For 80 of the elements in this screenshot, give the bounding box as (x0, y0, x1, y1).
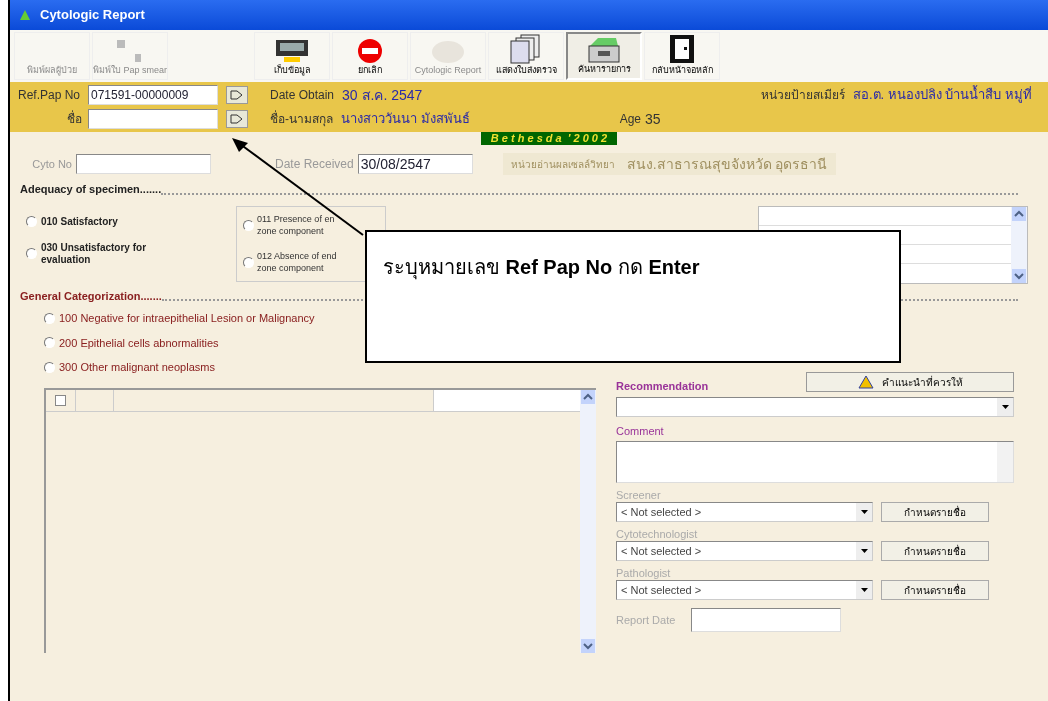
assign-names-button[interactable]: กำหนดรายชื่อ (881, 502, 989, 522)
scroll-up-icon[interactable] (581, 389, 595, 404)
option-label: 100 Negative for intraepithelial Lesion or Malignancy (59, 311, 315, 326)
field-label: Cyto No (31, 156, 73, 172)
field-label: Ref.Pap No (18, 87, 82, 104)
age-value: 35 (645, 109, 661, 129)
assign-names-button[interactable]: กำหนดรายชื่อ (881, 541, 989, 561)
dropdown-caret-icon (860, 549, 868, 553)
report-date-field[interactable] (691, 608, 842, 632)
full-name-value: นางสาววันนา มังสพันธ์ (341, 110, 470, 129)
field-label: Report Date (616, 612, 676, 628)
go-button[interactable] (226, 86, 248, 104)
dropdown-caret-icon (860, 588, 868, 592)
option-label: 030 Unsatisfactory for evaluation (41, 241, 148, 266)
bethesda-banner: B e t h e s d a ' 2 0 0 2 (480, 132, 618, 145)
dropdown-caret-icon (860, 510, 868, 514)
option-label: 200 Epithelial cells abnormalities (59, 335, 219, 351)
section-title: Adequacy of specimen....... (20, 182, 162, 197)
field-label: Age (619, 111, 641, 128)
toolbar-button[interactable]: ค้นหารายการ (566, 32, 642, 80)
name-field[interactable] (88, 109, 218, 129)
option-label: 011 Presence of en (257, 213, 335, 225)
option-label: 010 Satisfactory (41, 215, 119, 228)
scrollbar[interactable] (580, 389, 596, 653)
option-note: zone component (257, 225, 325, 237)
arrow-right-icon (230, 114, 244, 124)
field-label: Cytotechnologist (616, 528, 699, 540)
radio-button[interactable] (44, 361, 55, 373)
recommendation-button[interactable]: คำแนะนำที่ควรให้ (806, 372, 1014, 393)
field-label: Pathologist (616, 567, 672, 579)
door-icon (669, 33, 695, 64)
dropdown-caret-icon (1001, 404, 1009, 409)
toolbar-button[interactable]: เก็บข้อมูล (254, 32, 330, 80)
checkbox[interactable] (55, 394, 66, 406)
staff-select[interactable]: < Not selected > (616, 502, 873, 522)
radio-button[interactable] (44, 337, 55, 349)
field-label: Recommendation (616, 379, 709, 394)
arrow-right-icon (230, 90, 244, 100)
radio-button[interactable] (44, 312, 55, 324)
reading-unit-value: สนง.สาธารณสุขจังหวัด อุดรธานี (626, 154, 828, 175)
ref-pap-no-field[interactable]: 071591-00000009 (88, 85, 218, 105)
field-label: ชื่อ (66, 110, 83, 128)
option-label: 300 Other malignant neoplasms (59, 360, 215, 375)
window-title: Cytologic Report (40, 6, 145, 25)
date-received-field[interactable]: 30/08/2547 (357, 154, 473, 174)
callout-text: ระบุหมายเลข Ref Pap No กด Enter (383, 256, 700, 278)
scrollbar[interactable] (1011, 206, 1027, 283)
assign-names-button[interactable]: กำหนดรายชื่อ (881, 580, 989, 600)
scroll-up-icon[interactable] (1012, 206, 1026, 221)
toolbar-button[interactable]: ยกเลิก (332, 32, 408, 80)
comment-field[interactable] (616, 441, 1014, 483)
option-label: 012 Absence of end (257, 250, 337, 262)
cyto-no-field[interactable] (76, 154, 211, 174)
scroll-down-icon[interactable] (1012, 268, 1026, 283)
staff-select[interactable]: < Not selected > (616, 541, 873, 561)
documents-icon (509, 33, 543, 64)
toolbar-button[interactable]: แสดงใบส่งตรวจ (488, 32, 564, 80)
toolbar-button[interactable]: กลับหน้าจอหลัก (644, 32, 720, 80)
radio-button[interactable] (243, 256, 254, 268)
field-label: ชื่อ-นามสกุล (270, 110, 333, 128)
field-label: หน่วยป้ายสเมียร์ (760, 87, 845, 104)
option-note: zone component (257, 262, 325, 274)
stop-icon (357, 37, 383, 64)
radio-button[interactable] (26, 248, 37, 259)
field-label: หน่วยอ่านผลเซลล์วิทยา (510, 157, 615, 172)
section-title: General Categorization....... (20, 288, 162, 304)
staff-select[interactable]: < Not selected > (616, 580, 873, 600)
scroll-down-icon[interactable] (581, 638, 595, 653)
field-label: Date Received (275, 156, 354, 173)
field-label: Comment (616, 423, 665, 439)
radio-button[interactable] (26, 216, 37, 227)
go-button[interactable] (226, 110, 248, 128)
warning-icon (857, 375, 874, 390)
field-label: Date Obtain (270, 87, 335, 104)
smear-unit-value: สอ.ต. หนองปลิง บ้านน้ำสืบ หมู่ที่ (852, 85, 1032, 105)
field-label: Screener (616, 489, 662, 501)
app-icon (18, 8, 32, 22)
radio-button[interactable] (243, 219, 254, 231)
recommendation-dropdown[interactable] (616, 396, 1014, 417)
date-obtain-value: 30 ส.ค. 2547 (342, 85, 423, 105)
